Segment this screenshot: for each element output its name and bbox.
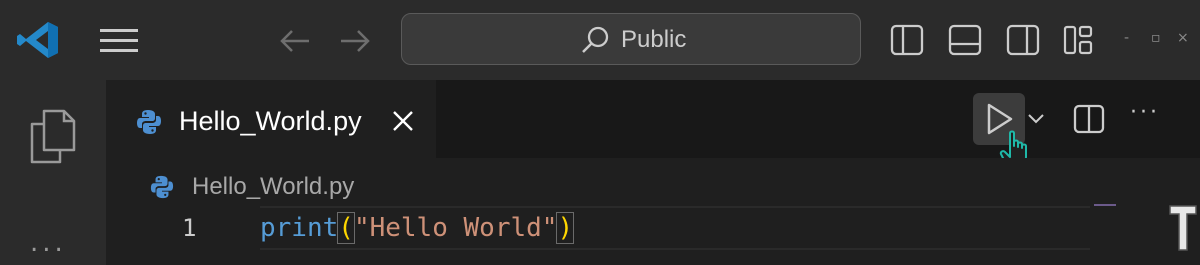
editor-area[interactable]: Hello_World.py 1 print("Hello World") [106, 158, 1200, 265]
toggle-panel-icon[interactable] [947, 22, 983, 58]
title-bar: Public - ▫ × [0, 0, 1200, 80]
files-icon[interactable] [28, 108, 78, 164]
split-editor-icon[interactable] [1072, 102, 1106, 136]
close-icon[interactable] [388, 106, 418, 136]
minimap[interactable] [1094, 204, 1116, 206]
hamburger-menu-icon[interactable] [98, 26, 140, 56]
code-open-paren: ( [337, 212, 355, 244]
vscode-logo-icon [17, 22, 58, 58]
minimize-button[interactable]: - [1124, 30, 1129, 46]
arrow-right-icon[interactable] [337, 26, 373, 56]
code-close-paren: ) [556, 212, 575, 244]
command-center-search[interactable]: Public [401, 13, 861, 65]
code-string: "Hello World" [353, 213, 558, 243]
restore-button[interactable]: ▫ [1151, 30, 1161, 46]
editor-tab-strip: Hello_World.py ··· [106, 80, 1200, 169]
python-icon [150, 175, 174, 199]
close-window-button[interactable]: × [1177, 30, 1189, 46]
customize-layout-icon[interactable] [1061, 22, 1097, 58]
activity-bar: ... [0, 80, 106, 265]
tab-label: Hello_World.py [179, 106, 362, 136]
tab-hello-world[interactable]: Hello_World.py [106, 80, 436, 158]
arrow-left-icon[interactable] [277, 26, 313, 56]
python-icon [137, 110, 161, 134]
search-text: Public [621, 26, 687, 53]
search-icon [582, 26, 609, 53]
line-number: 1 [182, 214, 197, 242]
toggle-secondary-sidebar-icon[interactable] [1005, 22, 1041, 58]
code-line[interactable]: print("Hello World") [260, 210, 575, 246]
code-function: print [260, 213, 339, 243]
more-views-icon[interactable]: ... [30, 228, 67, 258]
toggle-primary-sidebar-icon[interactable] [889, 22, 925, 58]
chevron-down-icon[interactable] [1024, 106, 1048, 130]
more-actions-icon[interactable]: ··· [1130, 100, 1160, 125]
breadcrumb-file[interactable]: Hello_World.py [192, 170, 354, 204]
text-cursor-icon [1169, 205, 1197, 251]
